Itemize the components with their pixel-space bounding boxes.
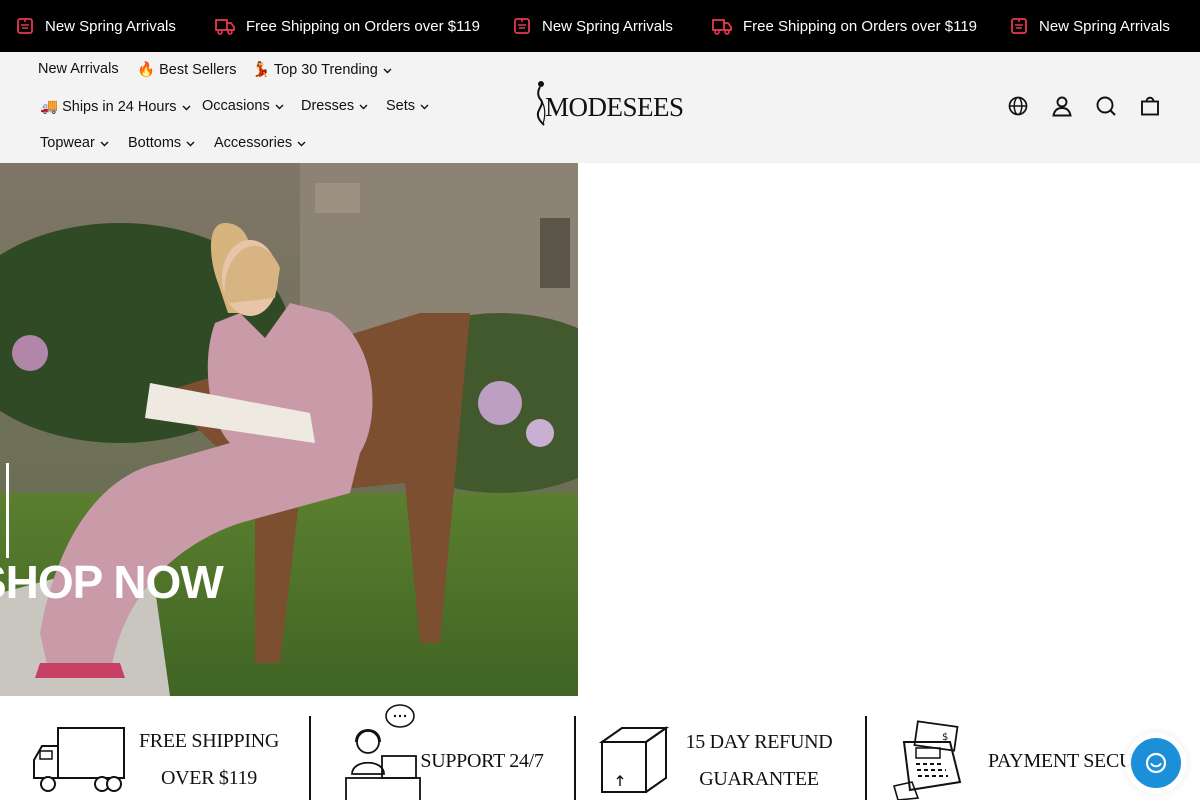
chat-launcher-button[interactable] (1131, 738, 1181, 788)
ticket-icon (1011, 18, 1027, 34)
nav-bottoms[interactable]: Bottoms (128, 135, 195, 151)
hero-banner[interactable]: SHOP NOW (0, 163, 578, 696)
account-icon[interactable] (1051, 95, 1073, 117)
feature-strip: FREE SHIPPING OVER $119 SUPPORT 24/7 15 … (0, 696, 1200, 800)
announcement-text: New Spring Arrivals (45, 17, 176, 35)
divider (865, 716, 867, 800)
truck-icon (215, 19, 235, 35)
announcement-text: New Spring Arrivals (542, 17, 673, 35)
globe-icon[interactable] (1007, 95, 1029, 117)
slide-indicator[interactable] (6, 463, 9, 558)
package-box-icon (598, 726, 670, 793)
nav-occasions[interactable]: Occasions (202, 98, 284, 114)
cart-icon[interactable] (1139, 95, 1161, 117)
chevron-down-icon (297, 141, 306, 147)
ticket-icon (514, 18, 530, 34)
free-shipping-feature: FREE SHIPPING OVER $119 (138, 723, 280, 797)
logo-text: MODESEES (545, 92, 684, 122)
nav-label: 🔥 Best Sellers (137, 62, 237, 78)
divider (574, 716, 576, 800)
divider (309, 716, 311, 800)
announcement-item[interactable]: New Spring Arrivals (513, 0, 673, 52)
announcement-bar: New Spring Arrivals Free Shipping on Ord… (0, 0, 1200, 52)
nav-label: Bottoms (128, 135, 182, 151)
nav-label: 💃 Top 30 Trending (252, 62, 378, 78)
nav-top-trending[interactable]: 💃 Top 30 Trending (252, 61, 392, 78)
announcement-item[interactable]: Free Shipping on Orders over $119 (215, 0, 480, 52)
nav-label: 🚚 Ships in 24 Hours (40, 99, 177, 115)
nav-accessories[interactable]: Accessories (214, 135, 306, 151)
delivery-truck-icon (33, 727, 125, 792)
hero-image (0, 163, 578, 696)
truck-icon (712, 19, 732, 35)
feature-line: OVER $119 (160, 767, 257, 789)
nav-label: Topwear (40, 135, 95, 151)
search-icon[interactable] (1095, 95, 1117, 117)
site-header: New Arrivals 🔥 Best Sellers 💃 Top 30 Tre… (0, 52, 1200, 163)
nav-new-arrivals[interactable]: New Arrivals (38, 61, 119, 77)
announcement-text: New Spring Arrivals (1039, 17, 1170, 35)
nav-sets[interactable]: Sets (386, 98, 429, 114)
shop-now-link[interactable]: SHOP NOW (0, 555, 224, 609)
nav-topwear[interactable]: Topwear (40, 135, 109, 151)
chevron-down-icon (182, 105, 191, 110)
feature-line: 15 DAY REFUND (685, 731, 833, 753)
nav-label: New Arrivals (38, 61, 119, 77)
feature-line: GUARANTEE (699, 768, 819, 790)
chat-icon (1145, 752, 1167, 774)
nav-ships-24-hours[interactable]: 🚚 Ships in 24 Hours (40, 98, 191, 115)
chevron-down-icon (420, 104, 429, 110)
nav-label: Accessories (214, 135, 293, 151)
announcement-text: Free Shipping on Orders over $119 (743, 17, 978, 35)
support-agent-icon (345, 704, 421, 800)
chevron-down-icon (186, 141, 195, 147)
announcement-text: Free Shipping on Orders over $119 (246, 17, 481, 35)
nav-dresses[interactable]: Dresses (301, 98, 368, 114)
chevron-down-icon (100, 141, 109, 147)
chevron-down-icon (275, 104, 284, 110)
announcement-item[interactable]: Free Shipping on Orders over $119 (712, 0, 977, 52)
nav-label: Dresses (301, 98, 355, 114)
announcement-item[interactable]: New Spring Arrivals (1010, 0, 1170, 52)
chevron-down-icon (359, 104, 368, 110)
card-terminal-icon: $ (892, 720, 962, 800)
nav-label: Sets (386, 98, 416, 114)
nav-label: Occasions (202, 98, 270, 114)
support-feature: SUPPORT 24/7 (420, 750, 544, 772)
ticket-icon (17, 18, 33, 34)
announcement-item[interactable]: New Spring Arrivals (16, 0, 176, 52)
nav-best-sellers[interactable]: 🔥 Best Sellers (137, 61, 236, 78)
chevron-down-icon (383, 68, 392, 73)
feature-line: FREE SHIPPING (138, 730, 280, 752)
refund-feature: 15 DAY REFUND GUARANTEE (684, 724, 834, 798)
site-logo[interactable]: MODESEES (530, 80, 684, 130)
